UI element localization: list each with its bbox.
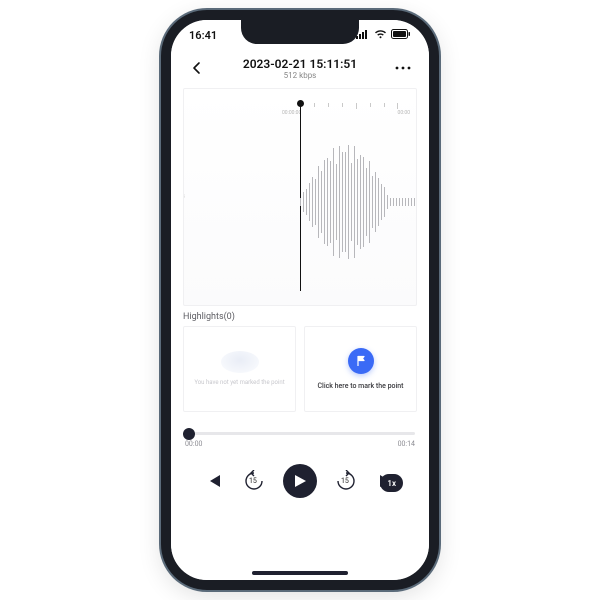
chevron-left-icon — [190, 61, 204, 75]
ruler-start: 00:00:00 — [282, 110, 301, 116]
page-subtitle: 512 kbps — [209, 71, 391, 80]
mark-hint-text: Click here to mark the point — [317, 382, 403, 390]
status-right — [356, 29, 411, 42]
rewind-seconds: 15 — [249, 477, 257, 485]
notch — [241, 20, 359, 44]
highlights-row: You have not yet marked the point Click … — [183, 326, 417, 412]
time-total: 00:14 — [398, 440, 415, 448]
play-button[interactable] — [283, 464, 317, 498]
playback-speed-button[interactable]: 1x — [380, 474, 403, 492]
skip-back-icon — [206, 474, 222, 488]
forward-seconds: 15 — [341, 477, 349, 485]
time-current: 00:00 — [185, 440, 202, 448]
rewind-15-button[interactable]: 15 — [243, 470, 265, 492]
mark-flag-button[interactable] — [348, 348, 374, 374]
empty-highlights-card: You have not yet marked the point — [183, 326, 296, 412]
status-time: 16:41 — [189, 29, 217, 42]
progress-thumb[interactable] — [183, 428, 195, 440]
progress-section: 00:00 00:14 — [183, 432, 417, 448]
waveform-panel[interactable]: 0dB 00:00:00 00:00 — [183, 88, 417, 306]
controls-wrap: 15 15 1x — [183, 448, 417, 492]
battery-icon — [391, 29, 411, 42]
header-center: 2023-02-21 15:11:51 512 kbps — [209, 57, 391, 80]
flag-icon — [355, 355, 367, 367]
home-indicator[interactable] — [252, 571, 348, 575]
mark-point-card[interactable]: Click here to mark the point — [304, 326, 417, 412]
prev-track-button[interactable] — [203, 470, 225, 492]
forward-15-button[interactable]: 15 — [335, 470, 357, 492]
highlights-label: Highlights(0) — [183, 312, 417, 322]
phone-frame: 16:41 2023-02-21 15:11:51 512 kbps — [161, 10, 439, 590]
progress-track[interactable] — [185, 432, 415, 435]
speed-value: 1x — [387, 479, 396, 488]
more-horizontal-icon — [395, 66, 411, 70]
back-button[interactable] — [185, 56, 209, 80]
more-button[interactable] — [391, 56, 415, 80]
play-icon — [294, 474, 307, 488]
body: 0dB 00:00:00 00:00 Hig — [171, 84, 429, 580]
time-row: 00:00 00:14 — [185, 440, 415, 448]
empty-illustration — [221, 351, 259, 373]
ruler-end: 00:00 — [398, 110, 410, 116]
waveform-bars — [184, 119, 416, 285]
page-title: 2023-02-21 15:11:51 — [209, 57, 391, 71]
screen: 16:41 2023-02-21 15:11:51 512 kbps — [171, 20, 429, 580]
header: 2023-02-21 15:11:51 512 kbps — [171, 50, 429, 84]
empty-text: You have not yet marked the point — [194, 379, 284, 386]
wifi-icon — [374, 29, 387, 42]
